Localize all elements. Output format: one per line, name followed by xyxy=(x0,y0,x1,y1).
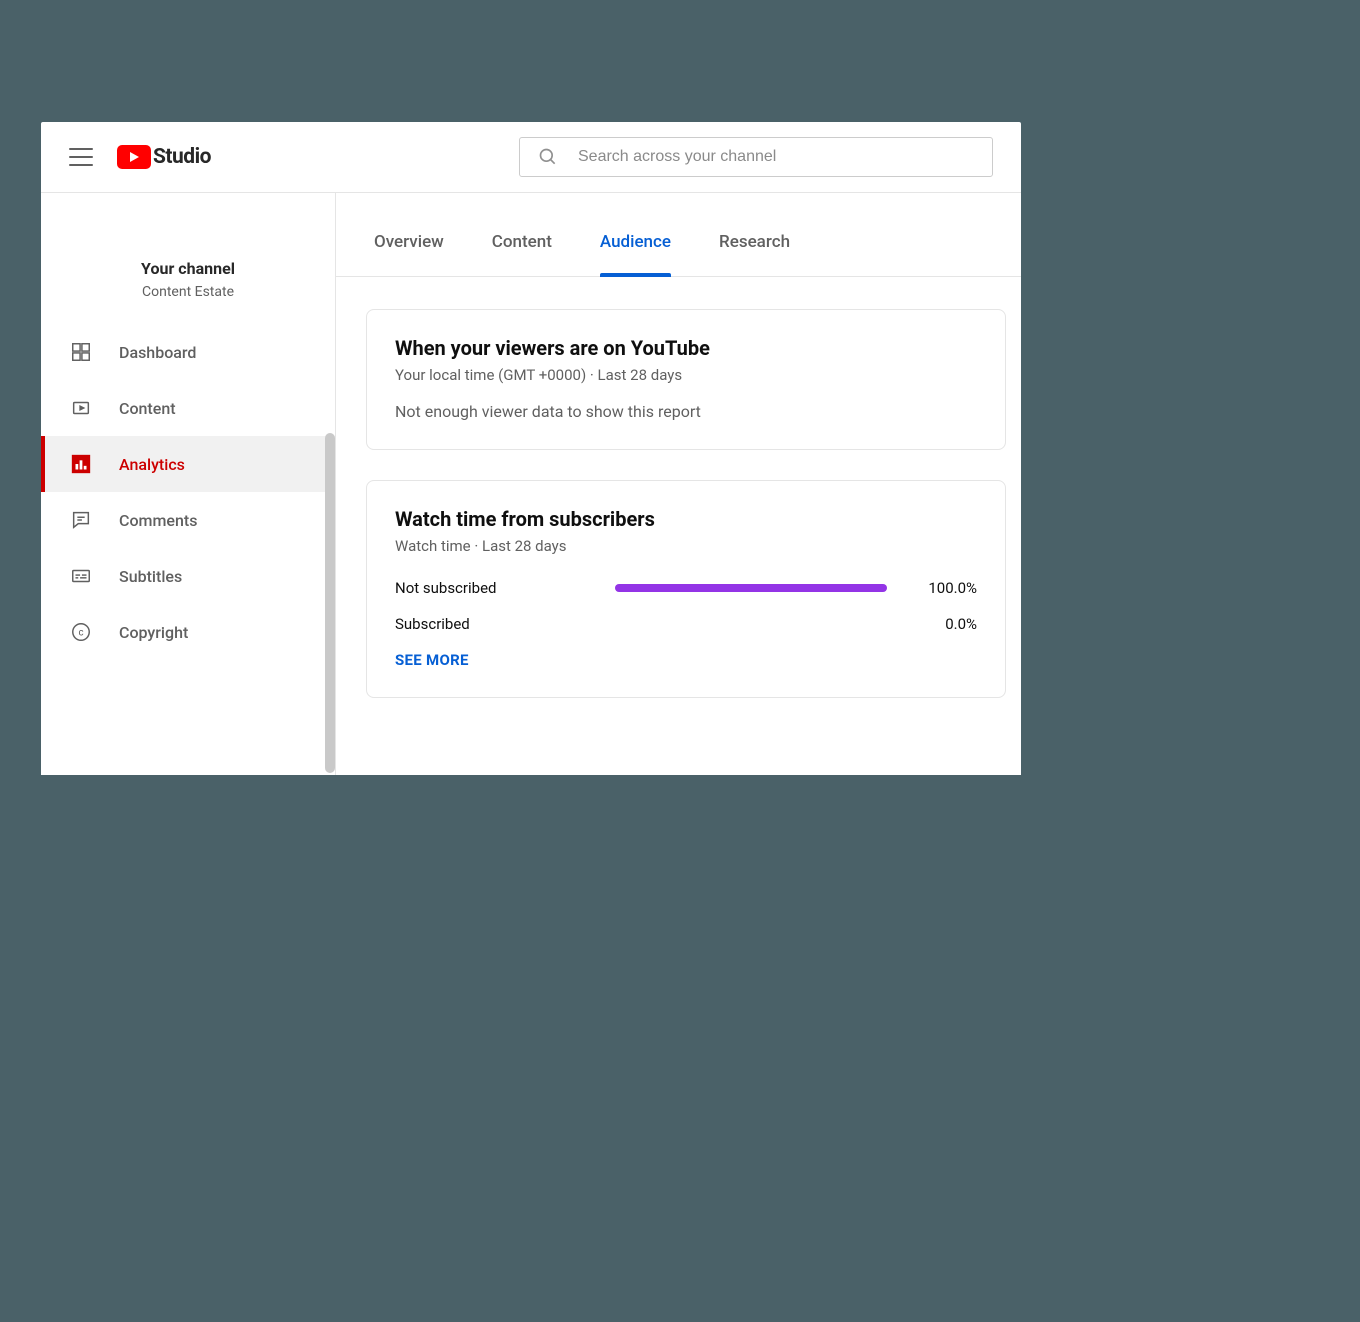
tab-research[interactable]: Research xyxy=(719,232,790,276)
sidebar-item-label: Dashboard xyxy=(119,343,196,362)
search-box[interactable] xyxy=(519,137,993,177)
scrollbar[interactable] xyxy=(325,433,335,773)
menu-icon[interactable] xyxy=(69,148,93,166)
search-wrap xyxy=(519,137,993,177)
sidebar-item-label: Analytics xyxy=(119,455,185,474)
bar-track xyxy=(615,584,887,592)
sidebar-item-analytics[interactable]: Analytics xyxy=(41,436,335,492)
metric-value: 0.0% xyxy=(907,615,977,633)
metric-value: 100.0% xyxy=(907,579,977,597)
comments-icon xyxy=(69,508,93,532)
dashboard-icon xyxy=(69,340,93,364)
channel-block: Your channel Content Estate xyxy=(41,193,335,324)
app-body: Your channel Content Estate Dashboard Co… xyxy=(41,193,1021,775)
sidebar-item-dashboard[interactable]: Dashboard xyxy=(41,324,335,380)
tab-content[interactable]: Content xyxy=(492,232,552,276)
card-message: Not enough viewer data to show this repo… xyxy=(395,402,977,421)
logo[interactable]: Studio xyxy=(117,145,211,169)
sidebar-item-subtitles[interactable]: Subtitles xyxy=(41,548,335,604)
sidebar-item-copyright[interactable]: c Copyright xyxy=(41,604,335,660)
viewers-card: When your viewers are on YouTube Your lo… xyxy=(366,309,1006,450)
search-icon xyxy=(538,147,558,167)
channel-name: Content Estate xyxy=(61,284,315,300)
sidebar-item-label: Comments xyxy=(119,511,197,530)
sidebar-item-label: Copyright xyxy=(119,623,188,642)
youtube-icon xyxy=(117,145,151,169)
tab-audience[interactable]: Audience xyxy=(600,232,671,276)
cards-container: When your viewers are on YouTube Your lo… xyxy=(336,277,1021,698)
bar-track xyxy=(615,620,887,628)
card-title: Watch time from subscribers xyxy=(395,507,977,531)
sidebar: Your channel Content Estate Dashboard Co… xyxy=(41,193,336,775)
tab-overview[interactable]: Overview xyxy=(374,232,444,276)
app-window: Studio Your channel Content Estate Dashb… xyxy=(41,122,1021,775)
content-icon xyxy=(69,396,93,420)
analytics-icon xyxy=(69,452,93,476)
tabs: Overview Content Audience Research xyxy=(336,193,1021,277)
sidebar-item-content[interactable]: Content xyxy=(41,380,335,436)
card-subtitle: Your local time (GMT +0000) · Last 28 da… xyxy=(395,366,977,384)
see-more-link[interactable]: SEE MORE xyxy=(395,651,977,669)
subtitles-icon xyxy=(69,564,93,588)
search-input[interactable] xyxy=(578,148,974,166)
watchtime-card: Watch time from subscribers Watch time ·… xyxy=(366,480,1006,698)
bar-fill xyxy=(615,584,887,592)
logo-text: Studio xyxy=(153,145,211,169)
sidebar-item-label: Content xyxy=(119,399,176,418)
channel-title: Your channel xyxy=(61,259,315,278)
metric-label: Subscribed xyxy=(395,615,595,633)
metric-row: Not subscribed 100.0% xyxy=(395,579,977,597)
svg-text:c: c xyxy=(78,628,83,639)
metric-label: Not subscribed xyxy=(395,579,595,597)
main-content: Overview Content Audience Research When … xyxy=(336,193,1021,775)
card-subtitle: Watch time · Last 28 days xyxy=(395,537,977,555)
copyright-icon: c xyxy=(69,620,93,644)
sidebar-item-comments[interactable]: Comments xyxy=(41,492,335,548)
sidebar-item-label: Subtitles xyxy=(119,567,182,586)
metric-row: Subscribed 0.0% xyxy=(395,615,977,633)
topbar: Studio xyxy=(41,122,1021,193)
card-title: When your viewers are on YouTube xyxy=(395,336,977,360)
